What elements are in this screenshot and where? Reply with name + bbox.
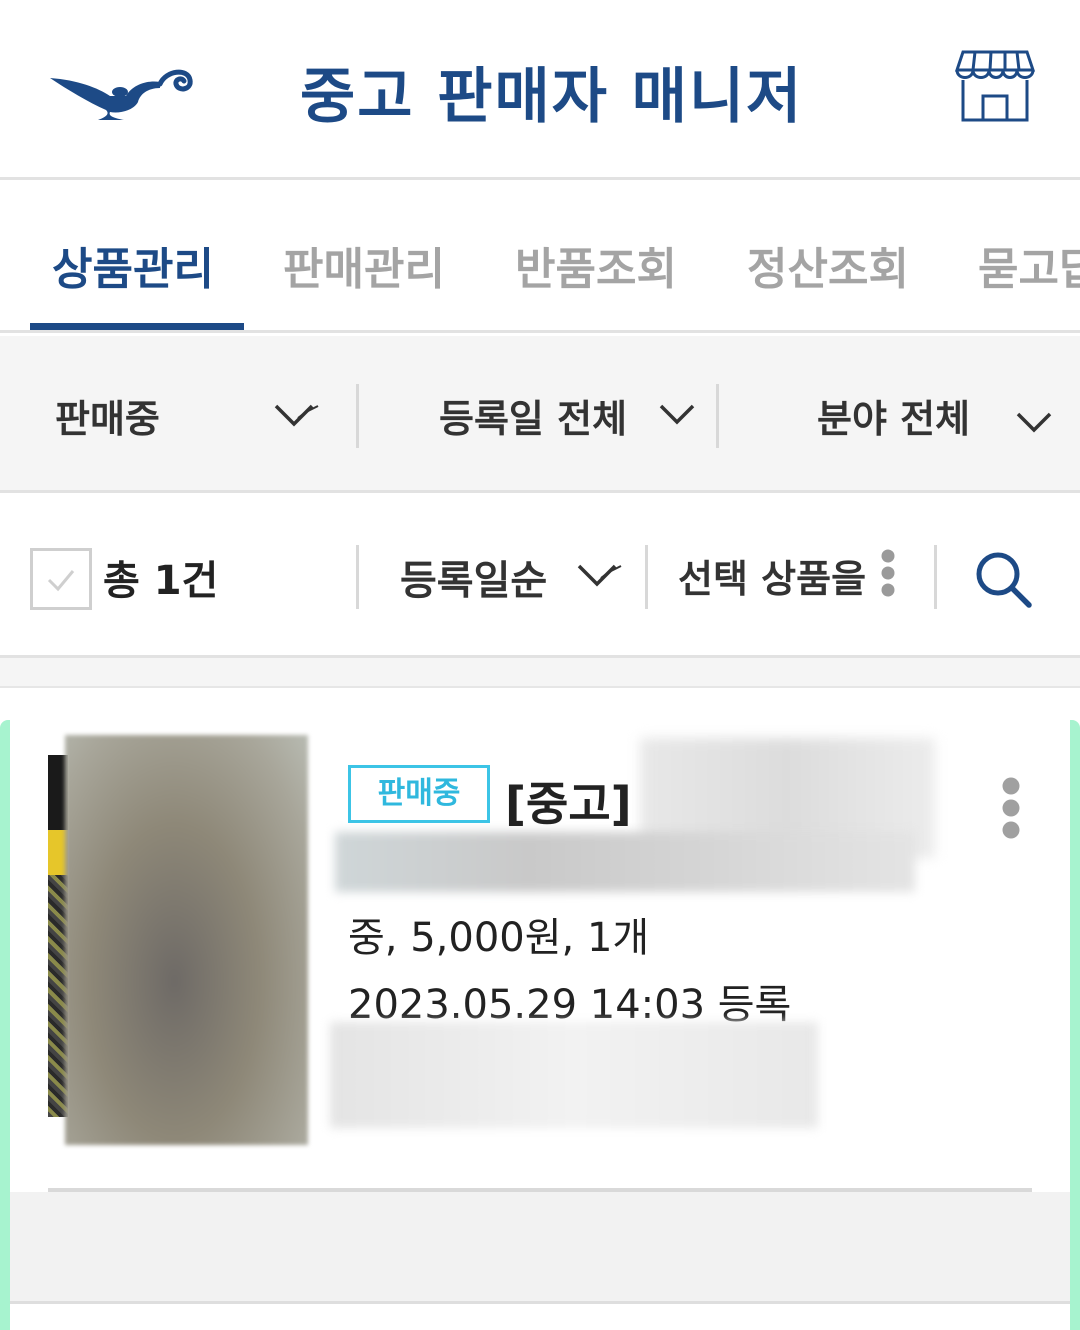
tab-returns[interactable]: 반품조회 xyxy=(515,233,677,297)
store-icon[interactable] xyxy=(955,48,1035,124)
check-icon xyxy=(47,570,75,592)
redacted-title xyxy=(335,832,915,892)
date-filter-dropdown[interactable]: 등록일 전체 xyxy=(359,336,716,490)
product-title[interactable]: [중고] xyxy=(505,768,632,834)
section-gap xyxy=(0,658,1080,688)
status-filter-label: 판매중 xyxy=(55,397,160,441)
category-filter-label: 분야 전체 xyxy=(817,397,971,441)
search-icon[interactable] xyxy=(972,548,1034,610)
chevron-down-icon xyxy=(274,404,319,427)
more-options-icon[interactable] xyxy=(998,776,1024,840)
redacted-details xyxy=(330,1022,818,1128)
select-all-checkbox[interactable] xyxy=(30,548,92,610)
chevron-down-icon xyxy=(659,404,695,425)
sort-dropdown[interactable]: 등록일순 xyxy=(400,548,547,606)
divider xyxy=(356,545,359,609)
app-header: 중고 판매자 매니저 xyxy=(0,0,1080,180)
page-title: 중고 판매자 매니저 xyxy=(300,62,804,132)
tab-bar: 상품관리 판매관리 반품조회 정산조회 묻고답 xyxy=(0,183,1080,333)
category-filter-dropdown[interactable]: 분야 전체 xyxy=(719,336,1080,490)
tab-settlement[interactable]: 정산조회 xyxy=(747,233,909,297)
divider xyxy=(934,545,937,609)
product-thumbnail[interactable] xyxy=(65,735,308,1145)
tab-sales-management[interactable]: 판매관리 xyxy=(283,233,445,297)
chevron-down-icon xyxy=(1016,412,1052,433)
tab-product-management[interactable]: 상품관리 xyxy=(52,233,214,297)
filter-bar: 판매중 등록일 전체 분야 전체 xyxy=(0,336,1080,493)
chevron-down-icon[interactable] xyxy=(575,558,625,590)
list-toolbar: 총 1건 등록일순 선택 상품을 xyxy=(0,493,1080,658)
date-filter-label: 등록일 전체 xyxy=(439,397,628,441)
tab-qna[interactable]: 묻고답 xyxy=(978,233,1080,297)
active-tab-indicator xyxy=(30,323,244,330)
card-footer xyxy=(10,1192,1070,1304)
status-filter-dropdown[interactable]: 판매중 xyxy=(0,336,356,490)
more-options-icon[interactable] xyxy=(878,548,898,598)
status-badge: 판매중 xyxy=(348,765,490,823)
product-info: 중, 5,000원, 1개 xyxy=(348,915,650,961)
divider xyxy=(645,545,648,609)
total-count: 총 1건 xyxy=(103,558,219,604)
selected-items-action[interactable]: 선택 상품을 xyxy=(678,548,866,603)
magic-lamp-icon xyxy=(50,69,193,120)
